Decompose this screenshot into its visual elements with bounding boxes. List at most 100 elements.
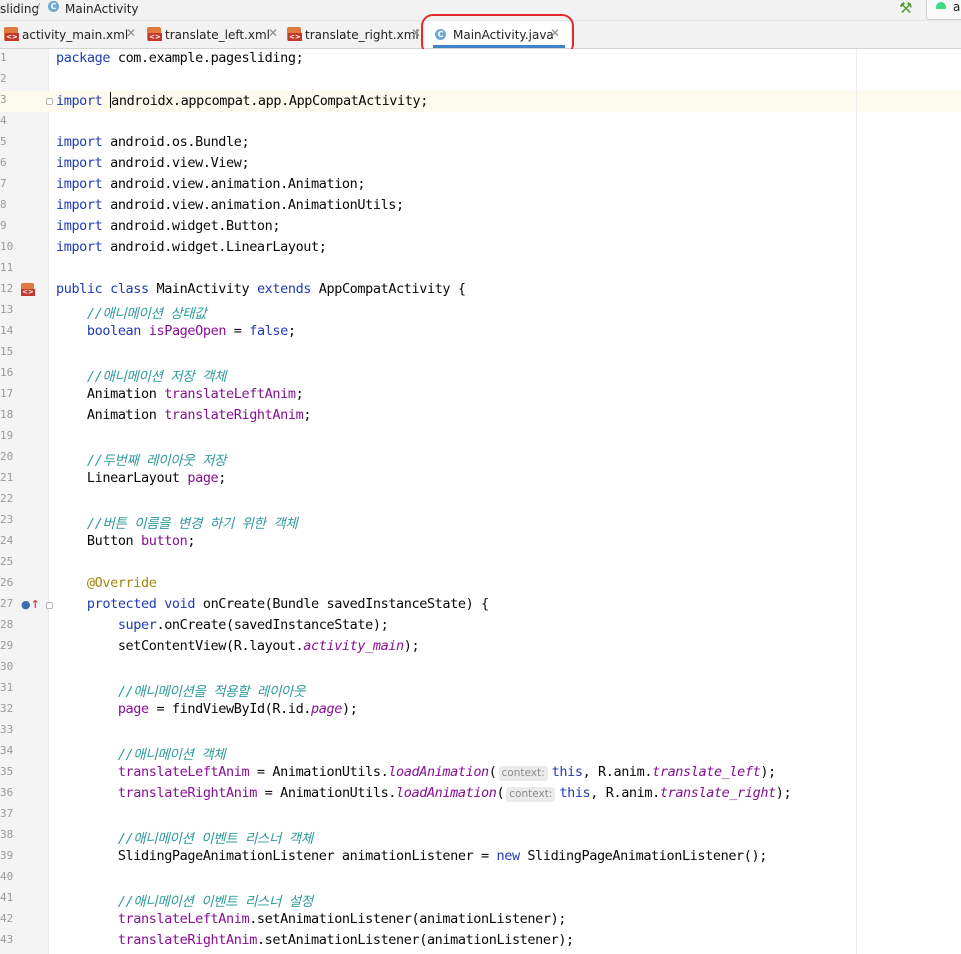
fold-toggle-icon[interactable] bbox=[46, 602, 53, 609]
line-number[interactable]: 26 bbox=[0, 576, 14, 589]
code-line: 38 //애니메이션 이벤트 리스너 객체 bbox=[0, 826, 961, 847]
close-icon[interactable]: ✕ bbox=[411, 26, 421, 40]
right-margin-guide bbox=[856, 49, 857, 954]
code-line: 22 bbox=[0, 490, 961, 511]
line-number[interactable]: 2 bbox=[0, 72, 14, 85]
code-text: LinearLayout page; bbox=[56, 470, 227, 486]
line-number[interactable]: 9 bbox=[0, 219, 14, 232]
line-number[interactable]: 18 bbox=[0, 408, 14, 421]
line-number[interactable]: 5 bbox=[0, 135, 14, 148]
code-line: 26 @Override bbox=[0, 574, 961, 595]
xml-layout-icon bbox=[147, 27, 162, 41]
run-configuration-selector[interactable]: a bbox=[926, 0, 961, 20]
line-number[interactable]: 30 bbox=[0, 660, 14, 673]
tab-label: translate_left.xml bbox=[165, 28, 270, 42]
breadcrumb-file[interactable]: MainActivity bbox=[65, 2, 139, 16]
code-text: package com.example.pagesliding; bbox=[56, 50, 304, 66]
code-line: 11 bbox=[0, 259, 961, 280]
close-icon[interactable]: ✕ bbox=[268, 26, 278, 40]
code-text: SlidingPageAnimationListener animationLi… bbox=[56, 848, 768, 864]
tab-translate-right-xml[interactable]: translate_right.xml ✕ bbox=[282, 21, 425, 48]
line-number[interactable]: 39 bbox=[0, 849, 14, 862]
line-number[interactable]: 7 bbox=[0, 177, 14, 190]
line-number[interactable]: 37 bbox=[0, 807, 14, 820]
line-number[interactable]: 15 bbox=[0, 345, 14, 358]
line-number[interactable]: 1 bbox=[0, 51, 14, 64]
code-line: 41 //애니메이션 이벤트 리스너 설정 bbox=[0, 889, 961, 910]
line-number[interactable]: 14 bbox=[0, 324, 14, 337]
code-line: 9 import android.widget.Button; bbox=[0, 217, 961, 238]
xml-layout-icon bbox=[287, 27, 302, 41]
parameter-hint: context: bbox=[506, 787, 556, 802]
line-number[interactable]: 38 bbox=[0, 828, 14, 841]
code-line: 3 import androidx.appcompat.app.AppCompat… bbox=[0, 91, 961, 112]
line-number[interactable]: 31 bbox=[0, 681, 14, 694]
code-line: 42 translateLeftAnim.setAnimationListene… bbox=[0, 910, 961, 931]
close-icon[interactable]: ✕ bbox=[126, 26, 136, 40]
override-method-icon[interactable]: ●↑ bbox=[21, 598, 40, 612]
line-number[interactable]: 23 bbox=[0, 513, 14, 526]
code-text: Animation translateRightAnim; bbox=[56, 407, 312, 423]
line-number[interactable]: 33 bbox=[0, 723, 14, 736]
code-text: //애니메이션 저장 객체 bbox=[86, 369, 227, 385]
tab-translate-left-xml[interactable]: translate_left.xml ✕ bbox=[142, 21, 282, 48]
code-line: 12 public class MainActivity extends AppC… bbox=[0, 280, 961, 301]
line-number[interactable]: 8 bbox=[0, 198, 14, 211]
line-number[interactable]: 21 bbox=[0, 471, 14, 484]
line-number[interactable]: 11 bbox=[0, 261, 14, 274]
code-text: //애니메이션을 적용할 레이아웃 bbox=[117, 684, 306, 700]
code-line: 19 bbox=[0, 427, 961, 448]
line-number[interactable]: 25 bbox=[0, 555, 14, 568]
line-number[interactable]: 12 bbox=[0, 282, 14, 295]
line-number[interactable]: 27 bbox=[0, 597, 14, 610]
code-line: 24 Button button; bbox=[0, 532, 961, 553]
breadcrumb-separator: / bbox=[36, 1, 41, 15]
line-number[interactable]: 16 bbox=[0, 366, 14, 379]
line-number[interactable]: 17 bbox=[0, 387, 14, 400]
line-number[interactable]: 29 bbox=[0, 639, 14, 652]
related-layout-icon[interactable] bbox=[21, 283, 35, 296]
code-line: 2 bbox=[0, 70, 961, 91]
tab-label: activity_main.xml bbox=[22, 28, 129, 42]
code-text: @Override bbox=[86, 575, 157, 591]
line-number[interactable]: 41 bbox=[0, 891, 14, 904]
line-number[interactable]: 13 bbox=[0, 303, 14, 316]
line-number[interactable]: 36 bbox=[0, 786, 14, 799]
code-line: 6 import android.view.View; bbox=[0, 154, 961, 175]
line-number[interactable]: 20 bbox=[0, 450, 14, 463]
line-number[interactable]: 22 bbox=[0, 492, 14, 505]
line-number[interactable]: 40 bbox=[0, 870, 14, 883]
code-line: 1 package com.example.pagesliding; bbox=[0, 49, 961, 70]
code-text: translateLeftAnim = AnimationUtils.loadA… bbox=[117, 764, 776, 781]
line-number[interactable]: 35 bbox=[0, 765, 14, 778]
code-editor[interactable]: 1 package com.example.pagesliding; 2 3 impor… bbox=[0, 49, 961, 954]
build-hammer-icon[interactable]: ⚒ bbox=[899, 0, 912, 17]
code-line: 37 bbox=[0, 805, 961, 826]
code-text: import android.widget.LinearLayout; bbox=[56, 239, 327, 255]
tab-activity-main-xml[interactable]: activity_main.xml ✕ bbox=[0, 21, 142, 48]
line-number[interactable]: 10 bbox=[0, 240, 14, 253]
code-text: translateRightAnim = AnimationUtils.load… bbox=[117, 785, 792, 802]
line-number[interactable]: 32 bbox=[0, 702, 14, 715]
line-number[interactable]: 3 bbox=[0, 93, 14, 106]
code-line: 15 bbox=[0, 343, 961, 364]
code-text: protected void onCreate(Bundle savedInst… bbox=[86, 596, 489, 612]
line-number[interactable]: 43 bbox=[0, 933, 14, 946]
line-number[interactable]: 4 bbox=[0, 114, 14, 127]
code-text: boolean isPageOpen = false; bbox=[86, 323, 296, 339]
code-text: import android.widget.Button; bbox=[56, 218, 281, 234]
code-line: 40 bbox=[0, 868, 961, 889]
code-text: //애니메이션 상태값 bbox=[86, 306, 207, 322]
breadcrumb-project[interactable]: sliding bbox=[0, 2, 39, 16]
code-text: page = findViewById(R.id.page); bbox=[117, 701, 358, 717]
code-text: //애니메이션 객체 bbox=[117, 747, 226, 763]
code-line: 39 SlidingPageAnimationListener animatio… bbox=[0, 847, 961, 868]
code-line: 10 import android.widget.LinearLayout; bbox=[0, 238, 961, 259]
line-number[interactable]: 28 bbox=[0, 618, 14, 631]
line-number[interactable]: 6 bbox=[0, 156, 14, 169]
line-number[interactable]: 42 bbox=[0, 912, 14, 925]
line-number[interactable]: 34 bbox=[0, 744, 14, 757]
line-number[interactable]: 24 bbox=[0, 534, 14, 547]
fold-toggle-icon[interactable] bbox=[46, 98, 53, 105]
line-number[interactable]: 19 bbox=[0, 429, 14, 442]
